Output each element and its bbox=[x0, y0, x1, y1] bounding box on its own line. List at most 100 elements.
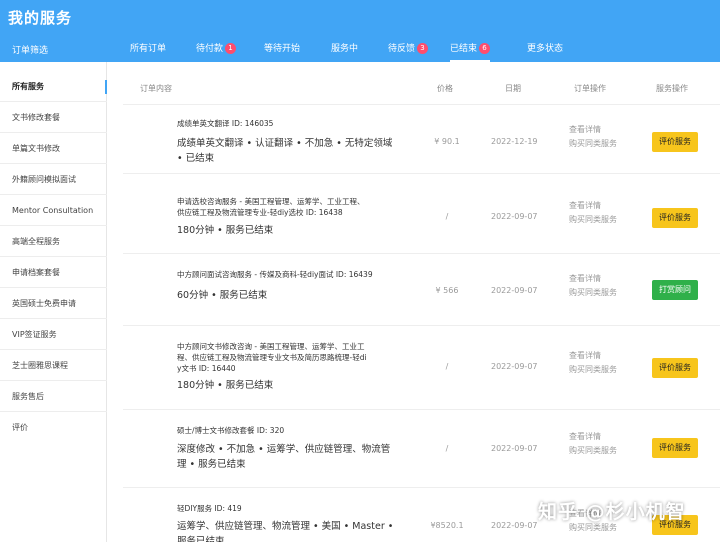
view-details-link[interactable]: 查看详情 bbox=[569, 349, 617, 363]
price: / bbox=[445, 212, 449, 221]
order-ops: 查看详情 购买同类服务 bbox=[569, 123, 617, 151]
service-desc-line: 成绩单英文翻译 • 认证翻译 • 不加急 • 无特定领域 bbox=[177, 138, 393, 149]
column-header-content: 订单内容 bbox=[140, 84, 172, 93]
top-header: 我的服务 订单筛选 所有订单 待付款 1 等待开始 服务中 待反馈 3 已结束 6 更… bbox=[0, 0, 720, 62]
service-description: 深度修改 • 不加急 • 运筹学、供应链管理、物流管 理 • 服务已结束 bbox=[177, 442, 390, 472]
buy-similar-link[interactable]: 购买同类服务 bbox=[569, 444, 617, 458]
review-service-button[interactable]: 评价服务 bbox=[652, 132, 698, 152]
sidebar-item-label: 高端全程服务 bbox=[12, 237, 60, 246]
tab-label: 已结束 bbox=[450, 44, 478, 54]
sidebar-item-ielts-course[interactable]: 芝士圈雅思课程 bbox=[0, 351, 107, 381]
service-name-line: 申请选校咨询服务 - 美国工程管理、运筹学、工业工程、 bbox=[177, 197, 365, 206]
service-name-line: 轻DIY服务 ID: 419 bbox=[177, 504, 242, 513]
count-badge: 1 bbox=[225, 43, 237, 54]
active-indicator bbox=[105, 80, 107, 94]
order-ops: 查看详情 购买同类服务 bbox=[569, 272, 617, 300]
column-header-price: 价格 bbox=[437, 84, 453, 93]
tab-more-status[interactable]: 更多状态 bbox=[527, 41, 563, 62]
tab-label: 服务中 bbox=[331, 44, 359, 54]
order-ops: 查看详情 购买同类服务 bbox=[569, 430, 617, 458]
sidebar-item-after-sales[interactable]: 服务售后 bbox=[0, 382, 107, 412]
review-service-button[interactable]: 评价服务 bbox=[652, 358, 698, 378]
tab-waiting-start[interactable]: 等待开始 bbox=[264, 41, 300, 62]
sidebar-item-reviews[interactable]: 评价 bbox=[0, 413, 107, 443]
service-desc-line: 服务已结束 bbox=[177, 536, 225, 542]
service-name-line: 供应链工程及物流管理专业-轻diy选校 ID: 16438 bbox=[177, 208, 343, 217]
sidebar-item-uk-master-free[interactable]: 英国硕士免费申请 bbox=[0, 289, 107, 319]
price: ¥ 90.1 bbox=[434, 137, 460, 146]
sidebar: 所有服务 文书修改套餐 单篇文书修改 外籍顾问模拟面试 Mentor Consu… bbox=[0, 62, 107, 542]
service-name-line: y文书 ID: 16440 bbox=[177, 364, 236, 373]
service-name: 中方顾问文书修改咨询 - 美国工程管理、运筹学、工业工 程、供应链工程及物流管理… bbox=[177, 341, 367, 374]
sidebar-item-label: Mentor Consultation bbox=[12, 206, 94, 215]
buy-similar-link[interactable]: 购买同类服务 bbox=[569, 363, 617, 377]
service-name: 硕士/博士文书修改套餐 ID: 320 bbox=[177, 425, 284, 436]
service-description: 180分钟 • 服务已结束 bbox=[177, 223, 273, 238]
buy-similar-link[interactable]: 购买同类服务 bbox=[569, 213, 617, 227]
review-service-button[interactable]: 评价服务 bbox=[652, 208, 698, 228]
buy-similar-link[interactable]: 购买同类服务 bbox=[569, 286, 617, 300]
service-desc-line: 180分钟 • 服务已结束 bbox=[177, 225, 274, 236]
order-date: 2022-09-07 bbox=[491, 362, 538, 371]
order-row: 申请选校咨询服务 - 美国工程管理、运筹学、工业工程、 供应链工程及物流管理专业… bbox=[123, 174, 720, 254]
tab-pending-payment[interactable]: 待付款 1 bbox=[196, 41, 237, 62]
sidebar-item-label: VIP签证服务 bbox=[12, 330, 57, 339]
tab-all-orders[interactable]: 所有订单 bbox=[130, 41, 166, 62]
sidebar-item-premium-service[interactable]: 高端全程服务 bbox=[0, 227, 107, 257]
review-service-button[interactable]: 评价服务 bbox=[652, 438, 698, 458]
service-name-line: 硕士/博士文书修改套餐 ID: 320 bbox=[177, 426, 285, 435]
service-description: 60分钟 • 服务已结束 bbox=[177, 288, 267, 303]
service-description: 180分钟 • 服务已结束 bbox=[177, 378, 273, 393]
price: ¥8520.1 bbox=[430, 521, 464, 530]
column-header-service-ops: 服务操作 bbox=[656, 84, 688, 93]
tip-advisor-button[interactable]: 打赏顾问 bbox=[652, 280, 698, 300]
sidebar-item-label: 所有服务 bbox=[12, 82, 44, 91]
tab-label: 待反馈 bbox=[388, 44, 416, 54]
order-row: 中方顾问面试咨询服务 - 传媒及商科-轻diy面试 ID: 16439 60分钟… bbox=[123, 254, 720, 326]
service-name: 轻DIY服务 ID: 419 bbox=[177, 503, 242, 514]
service-name-line: 中方顾问面试咨询服务 - 传媒及商科-轻diy面试 ID: 16439 bbox=[177, 270, 373, 279]
service-desc-line: 180分钟 • 服务已结束 bbox=[177, 380, 274, 391]
page-title: 我的服务 bbox=[8, 9, 73, 27]
service-desc-line: • 已结束 bbox=[177, 153, 215, 164]
service-name: 成绩单英文翻译 ID: 146035 bbox=[177, 118, 273, 129]
buy-similar-link[interactable]: 购买同类服务 bbox=[569, 137, 617, 151]
sidebar-item-label: 文书修改套餐 bbox=[12, 113, 60, 122]
sidebar-item-label: 服务售后 bbox=[12, 392, 44, 401]
service-description: 运筹学、供应链管理、物流管理 • 美国 • Master • 服务已结束 bbox=[177, 519, 393, 542]
view-details-link[interactable]: 查看详情 bbox=[569, 199, 617, 213]
view-details-link[interactable]: 查看详情 bbox=[569, 430, 617, 444]
order-row: 成绩单英文翻译 ID: 146035 成绩单英文翻译 • 认证翻译 • 不加急 … bbox=[123, 105, 720, 174]
sidebar-item-vip-visa[interactable]: VIP签证服务 bbox=[0, 320, 107, 350]
sidebar-item-application-package[interactable]: 申请档案套餐 bbox=[0, 258, 107, 288]
order-date: 2022-09-07 bbox=[491, 212, 538, 221]
service-name-line: 程、供应链工程及物流管理专业文书及简历思路梳理-轻di bbox=[177, 353, 367, 362]
tab-pending-feedback[interactable]: 待反馈 3 bbox=[388, 41, 429, 62]
service-name-line: 中方顾问文书修改咨询 - 美国工程管理、运筹学、工业工 bbox=[177, 342, 365, 351]
order-date: 2022-12-19 bbox=[491, 137, 538, 146]
sidebar-item-single-essay[interactable]: 单篇文书修改 bbox=[0, 134, 107, 164]
tab-label: 等待开始 bbox=[264, 44, 301, 54]
service-name: 申请选校咨询服务 - 美国工程管理、运筹学、工业工程、 供应链工程及物流管理专业… bbox=[177, 196, 364, 218]
view-details-link[interactable]: 查看详情 bbox=[569, 123, 617, 137]
price: / bbox=[445, 444, 449, 453]
sidebar-item-mock-interview[interactable]: 外籍顾问模拟面试 bbox=[0, 165, 107, 195]
sidebar-item-mentor-consultation[interactable]: Mentor Consultation bbox=[0, 196, 107, 226]
tab-label: 待付款 bbox=[196, 44, 224, 54]
column-header-order-ops: 订单操作 bbox=[574, 84, 606, 93]
sidebar-item-essay-package[interactable]: 文书修改套餐 bbox=[0, 103, 107, 133]
sidebar-item-label: 申请档案套餐 bbox=[12, 268, 60, 277]
service-desc-line: 运筹学、供应链管理、物流管理 • 美国 • Master • bbox=[177, 521, 394, 532]
service-desc-line: 理 • 服务已结束 bbox=[177, 459, 246, 470]
tab-in-service[interactable]: 服务中 bbox=[331, 41, 358, 62]
order-ops: 查看详情 购买同类服务 bbox=[569, 349, 617, 377]
column-header-date: 日期 bbox=[505, 84, 521, 93]
sidebar-item-all-services[interactable]: 所有服务 bbox=[0, 72, 107, 102]
tab-finished[interactable]: 已结束 6 bbox=[450, 41, 491, 62]
order-row: 硕士/博士文书修改套餐 ID: 320 深度修改 • 不加急 • 运筹学、供应链… bbox=[123, 410, 720, 488]
service-name: 中方顾问面试咨询服务 - 传媒及商科-轻diy面试 ID: 16439 bbox=[177, 269, 373, 280]
tab-label: 更多状态 bbox=[527, 44, 564, 54]
service-name-line: 成绩单英文翻译 ID: 146035 bbox=[177, 119, 274, 128]
order-date: 2022-09-07 bbox=[491, 521, 538, 530]
view-details-link[interactable]: 查看详情 bbox=[569, 272, 617, 286]
